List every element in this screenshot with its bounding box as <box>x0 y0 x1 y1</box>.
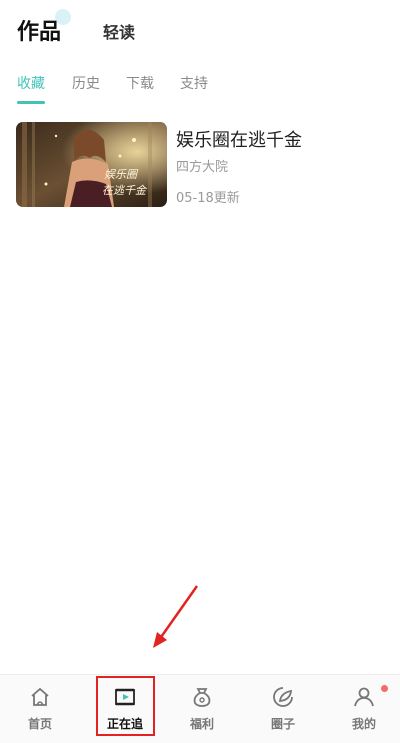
nav-item-circle[interactable]: 圈子 <box>243 675 323 743</box>
cover-title-line-2: 在逃千金 <box>102 184 146 197</box>
notification-badge <box>381 685 388 692</box>
annotation-highlight-box <box>96 676 155 736</box>
active-tab-underline <box>17 101 45 104</box>
book-cover[interactable]: 娱乐圈 在逃千金 <box>16 122 167 207</box>
nav-item-home[interactable]: 首页 <box>0 675 80 743</box>
bottom-nav-bar: 首页 正在追 福利 圈子 我的 <box>0 674 400 743</box>
circle-leaf-icon <box>273 687 293 707</box>
tab-favorites[interactable]: 收藏 <box>17 73 45 93</box>
tab-downloads[interactable]: 下载 <box>126 73 154 93</box>
annotation-arrow <box>153 585 199 648</box>
gift-pouch-icon <box>193 688 211 707</box>
nav-label-home: 首页 <box>27 717 52 731</box>
nav-item-mine[interactable]: 我的 <box>324 675 400 743</box>
nav-label-circle: 圈子 <box>270 717 295 731</box>
book-update-date: 05-18更新 <box>176 191 240 206</box>
tab-light-read[interactable]: 轻读 <box>103 19 135 43</box>
book-title[interactable]: 娱乐圈在逃千金 <box>176 126 302 152</box>
tab-support[interactable]: 支持 <box>180 73 208 93</box>
cover-title-line-1: 娱乐圈 <box>104 168 137 181</box>
tab-works[interactable]: 作品 <box>17 14 61 46</box>
top-tab-bar: 作品 轻读 <box>0 0 400 56</box>
tab-history[interactable]: 历史 <box>72 73 100 93</box>
sub-tab-bar: 收藏 历史 下载 支持 <box>0 68 400 104</box>
book-author: 四方大院 <box>176 160 229 175</box>
home-icon <box>31 687 49 706</box>
nav-item-welfare[interactable]: 福利 <box>162 675 242 743</box>
nav-label-welfare: 福利 <box>189 717 214 731</box>
nav-label-mine: 我的 <box>351 717 376 731</box>
book-list-item[interactable]: 娱乐圈 在逃千金 娱乐圈在逃千金 四方大院 05-18更新 <box>16 120 384 210</box>
user-icon <box>354 687 374 707</box>
